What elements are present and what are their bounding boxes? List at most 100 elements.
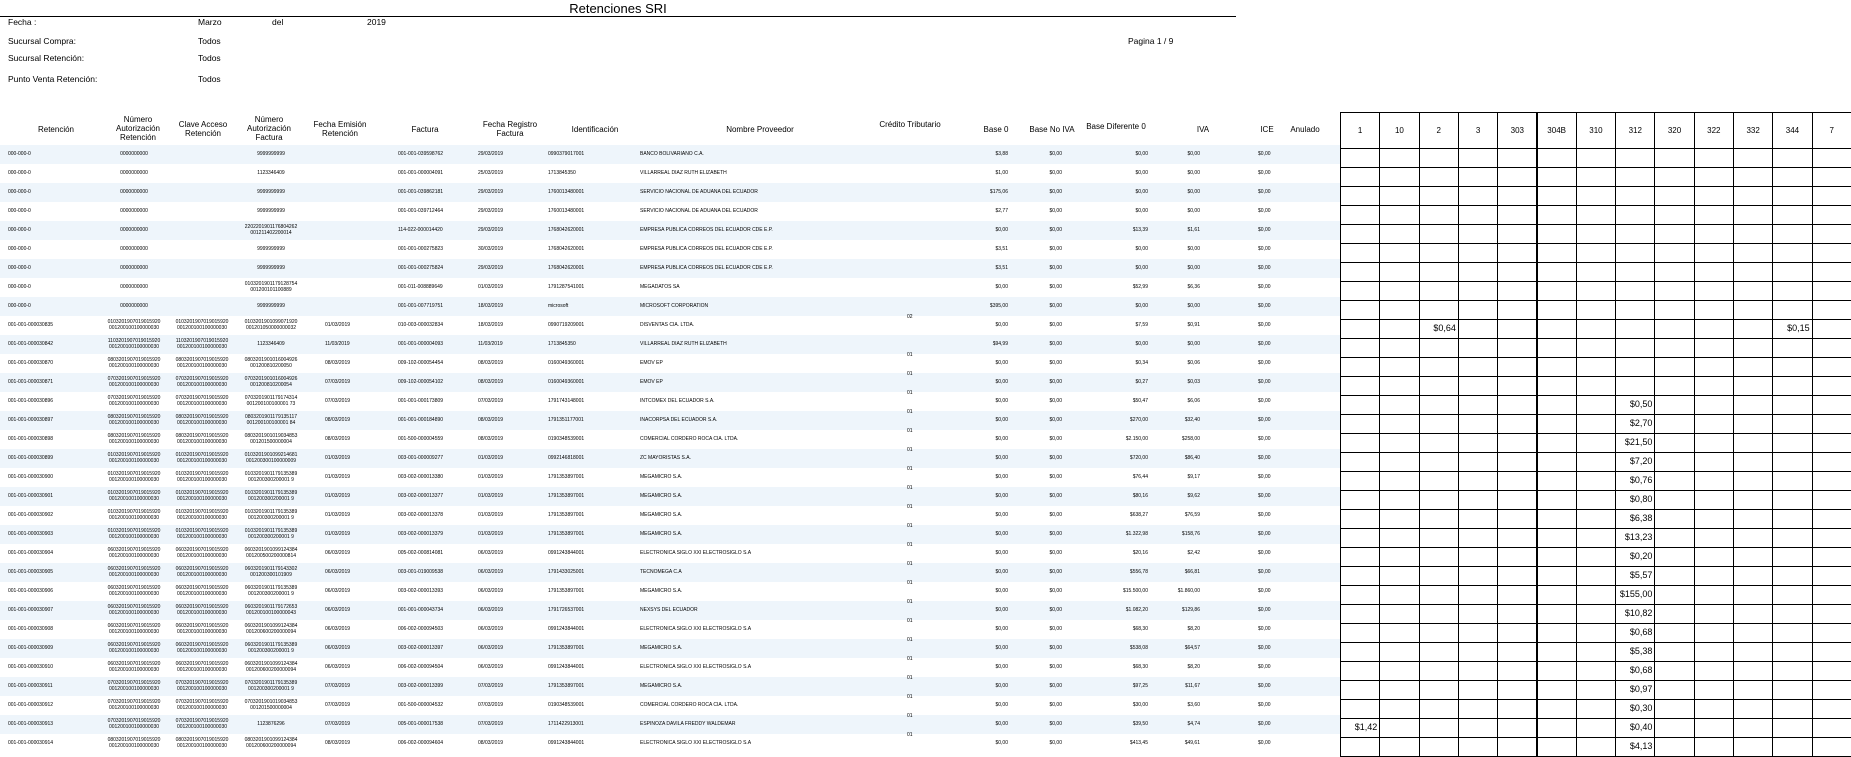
cell-id: 0991243844001 — [548, 664, 585, 670]
code-cell — [1615, 148, 1656, 168]
code-cell — [1811, 623, 1851, 643]
code-cell — [1497, 414, 1538, 434]
code-cell — [1693, 433, 1734, 453]
cell-b0: $2,77 — [995, 208, 1008, 214]
cell-fac: 003-002-000013393 — [398, 588, 444, 594]
cell-fac: 009-102-000054102 — [398, 379, 444, 385]
cell-naf: 0103201901179135389 001200300200001 9 — [244, 471, 298, 483]
code-cell — [1811, 224, 1851, 244]
code-cell — [1418, 186, 1459, 206]
code-cell — [1733, 186, 1774, 206]
cell-fr: 29/03/2019 — [478, 265, 504, 271]
code-cell — [1772, 642, 1813, 662]
code-cell — [1733, 490, 1774, 510]
code-cell — [1340, 642, 1381, 662]
code-cell — [1340, 547, 1381, 567]
code-cell — [1693, 338, 1734, 358]
code-cell — [1772, 452, 1813, 472]
code-value: $7,20 — [1629, 456, 1653, 466]
code-cell — [1654, 319, 1695, 339]
code-cell — [1615, 262, 1656, 282]
code-value: $0,15 — [1787, 323, 1810, 333]
code-cell — [1772, 148, 1813, 168]
code-cell — [1457, 661, 1499, 681]
code-cell — [1340, 471, 1381, 491]
cell-bni: $0,00 — [1049, 493, 1062, 499]
code-cell — [1575, 376, 1617, 396]
code-cell — [1340, 604, 1381, 624]
code-cell — [1811, 338, 1851, 358]
code-cell — [1457, 471, 1499, 491]
cell-bd: $0,00 — [1135, 341, 1148, 347]
code-cell — [1418, 642, 1459, 662]
cell-nar: 0703201907019015920 001200100100000030 — [107, 680, 161, 692]
cell-fe: 08/03/2019 — [325, 360, 351, 366]
code-cell — [1693, 300, 1734, 320]
cell-fr: 30/03/2019 — [478, 246, 504, 252]
cell-iva: $0,00 — [1187, 265, 1200, 271]
code-cell — [1497, 300, 1538, 320]
code-cell — [1811, 737, 1851, 757]
cell-fe: 06/03/2019 — [325, 607, 351, 613]
cell-nar: 0603201907019015920 001200100100000030 — [107, 661, 161, 673]
col-header-identificacion: Identificación — [571, 125, 619, 134]
code-value: $5,57 — [1629, 570, 1653, 580]
cell-ret: 001-001-000030908 — [8, 626, 54, 632]
code-cell — [1497, 566, 1538, 586]
code-cell — [1733, 205, 1774, 225]
cell-b0: $0,00 — [995, 360, 1008, 366]
cell-bni: $0,00 — [1049, 474, 1062, 480]
code-value: $2,70 — [1629, 418, 1653, 428]
code-cell — [1654, 452, 1695, 472]
code-cell — [1418, 205, 1459, 225]
code-cell — [1811, 186, 1851, 206]
cell-ice: $0,00 — [1258, 569, 1271, 575]
cell-iva: $0,00 — [1187, 170, 1200, 176]
cell-fac: 003-002-000013397 — [398, 645, 444, 651]
code-cell — [1497, 281, 1538, 301]
cell-ret: 000-000-0 — [8, 189, 31, 195]
cell-bd: $638,27 — [1129, 512, 1148, 518]
cell-cred: 01 — [907, 352, 913, 358]
cell-bni: $0,00 — [1049, 645, 1062, 651]
cell-cred: 01 — [907, 732, 913, 738]
cell-fac: 006-002-000094504 — [398, 664, 444, 670]
code-cell — [1811, 699, 1851, 719]
code-cell — [1418, 167, 1459, 187]
cell-clave: 0103201907019015920 001200100100000030 — [175, 471, 229, 483]
code-cell — [1733, 148, 1774, 168]
col-header-num-aut-ret: Número Autorización Retención — [115, 115, 161, 142]
code-cell — [1340, 224, 1381, 244]
cell-fr: 29/03/2019 — [478, 151, 504, 157]
cell-ret: 001-001-000030911 — [8, 683, 53, 689]
cell-nar: 0703201907019015920 001200100100000030 — [107, 699, 161, 711]
code-cell — [1733, 737, 1774, 757]
code-cell — [1811, 376, 1851, 396]
cell-bni: $0,00 — [1049, 455, 1062, 461]
code-cell — [1654, 224, 1695, 244]
code-cell — [1536, 281, 1577, 301]
cell-fac: 003-002-000013378 — [398, 512, 444, 518]
code-cell — [1418, 357, 1459, 377]
code-cell — [1811, 205, 1851, 225]
code-cell — [1693, 566, 1734, 586]
cell-fr: 01/03/2019 — [478, 512, 504, 518]
filter-value-year: 2019 — [367, 17, 386, 27]
cell-id: 1760013480001 — [548, 208, 585, 214]
cell-prov: ELECTRONICA SIGLO XXI ELECTROSIGLO S.A — [640, 664, 752, 670]
cell-ice: $0,00 — [1258, 721, 1271, 727]
cell-fe: 11/03/2019 — [325, 341, 350, 347]
code-cell — [1811, 167, 1851, 187]
code-cell — [1536, 737, 1577, 757]
code-cell — [1772, 471, 1813, 491]
cell-ice: $0,00 — [1258, 284, 1271, 290]
cell-ret: 001-001-000030902 — [8, 512, 54, 518]
code-cell — [1772, 737, 1813, 757]
cell-bni: $0,00 — [1049, 265, 1062, 271]
code-cell — [1536, 376, 1577, 396]
cell-ret: 001-001-000030835 — [8, 322, 54, 328]
col-header-fecha-registro: Fecha Registro Factura — [482, 120, 538, 138]
cell-cred: 01 — [907, 390, 913, 396]
code-cell — [1615, 167, 1656, 187]
code-cell — [1536, 357, 1577, 377]
